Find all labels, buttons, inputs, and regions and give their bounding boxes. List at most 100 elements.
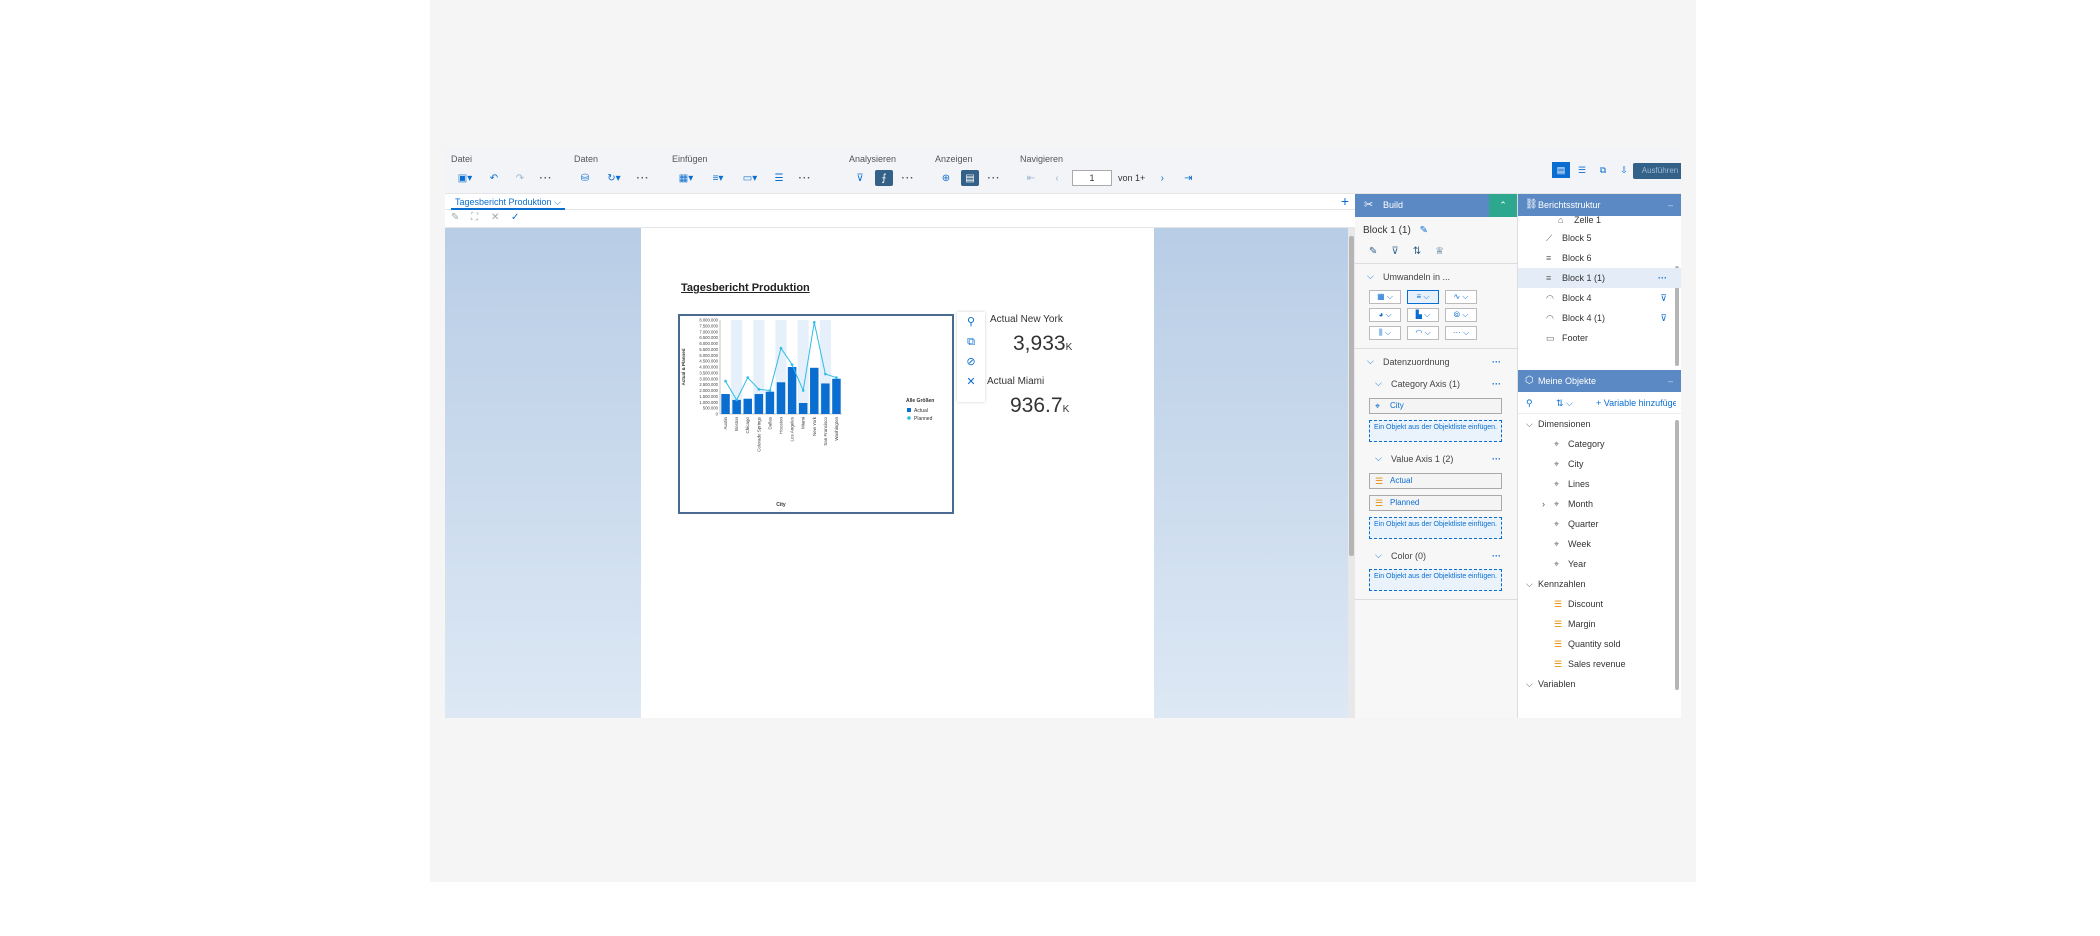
waterfall-type-icon[interactable]: ⫼ ⌵ — [1369, 326, 1401, 340]
treemap-type-icon[interactable]: ▙ ⌵ — [1407, 308, 1439, 322]
category-field-city[interactable]: ⌖ City — [1369, 398, 1502, 414]
data-source-icon[interactable]: ⛁ — [574, 170, 596, 186]
remove-icon[interactable]: ✕ — [957, 372, 985, 392]
bar-line-chart[interactable]: 8.000.0007.500.0007.000.0006.500.0006.00… — [680, 316, 952, 512]
add-variable-button[interactable]: + Variable hinzufügen — [1596, 392, 1676, 414]
list-mode-icon[interactable]: ☰ — [1573, 162, 1591, 178]
refresh-icon[interactable]: ↻▾ — [600, 170, 628, 186]
structure-item[interactable]: ⌂ Zelle 1 — [1518, 216, 1681, 228]
design-mode-icon[interactable]: ▤ — [1552, 162, 1570, 178]
export-icon[interactable]: ⇩ — [1615, 162, 1633, 178]
report-title[interactable]: Tagesbericht Produktion — [681, 282, 810, 294]
chevron-right-icon[interactable]: › — [1542, 494, 1545, 514]
object-item[interactable]: ☰ Quantity sold — [1518, 634, 1681, 654]
sort-tab-icon[interactable]: ⇅ — [1413, 246, 1421, 257]
section-icon[interactable]: ☰ — [768, 170, 790, 186]
value-field-actual[interactable]: ☰ Actual — [1369, 473, 1502, 489]
insert-table-icon[interactable]: ▦▾ — [672, 170, 700, 186]
combo-type-icon[interactable]: ⦾ ⌵ — [1445, 308, 1477, 322]
object-item[interactable]: ⌖ Category — [1518, 434, 1681, 454]
object-group[interactable]: ⌵ Dimensionen — [1518, 414, 1681, 434]
object-item[interactable]: ⌖ Lines — [1518, 474, 1681, 494]
more-icon[interactable]: ··· — [794, 170, 816, 186]
chart-block[interactable]: 8.000.000 7.500.000 7.000.000 6.500.000 6.00… — [678, 314, 954, 514]
object-item[interactable]: ☰ Discount — [1518, 594, 1681, 614]
rename-icon[interactable]: ✎ — [1420, 225, 1428, 236]
object-item[interactable]: ⌖ City — [1518, 454, 1681, 474]
structure-item[interactable]: ▭ Footer — [1518, 328, 1681, 348]
more-icon[interactable]: – — [1668, 370, 1673, 392]
more-icon[interactable]: ··· — [1492, 454, 1501, 464]
add-tab-icon[interactable]: + — [1341, 194, 1349, 208]
structure-item[interactable]: ⟋ Block 5 — [1518, 228, 1681, 248]
structure-item[interactable]: ≡ Block 6 — [1518, 248, 1681, 268]
insert-cell-icon[interactable]: ▭▾ — [736, 170, 764, 186]
structure-item[interactable]: ◠ Block 4 ⊽ — [1518, 288, 1681, 308]
gauge-type-icon[interactable]: ◠ ⌵ — [1407, 326, 1439, 340]
object-item[interactable]: ⌖ Quarter — [1518, 514, 1681, 534]
save-icon[interactable]: ▣▾ — [451, 170, 479, 186]
structure-item[interactable]: ◠ Block 4 (1) ⊽ — [1518, 308, 1681, 328]
structure-item[interactable]: ≡ Block 1 (1) ··· — [1518, 268, 1681, 288]
more-icon[interactable]: ··· — [897, 170, 919, 186]
object-item[interactable]: › ⌖ Month — [1518, 494, 1681, 514]
edit-icon[interactable]: ✎ — [451, 212, 459, 223]
drop-zone[interactable]: Ein Objekt aus der Objektliste einfügen. — [1369, 420, 1502, 442]
line-type-icon[interactable]: ∿ ⌵ — [1445, 290, 1477, 304]
hide-icon[interactable]: ⊘ — [957, 352, 985, 372]
filter-icon[interactable]: ⊽ — [1660, 288, 1667, 308]
format-icon[interactable]: ⛶ — [471, 212, 478, 223]
format-tab-icon[interactable]: ♕ — [1435, 246, 1444, 257]
object-group[interactable]: ⌵ Kennzahlen — [1518, 574, 1681, 594]
more-icon[interactable]: ··· — [1658, 268, 1667, 288]
filter-icon[interactable]: ⊽ — [849, 170, 871, 186]
search-icon[interactable]: ⚲ — [1526, 392, 1533, 414]
filter-tab-icon[interactable]: ⊽ — [1391, 246, 1398, 257]
more-icon[interactable]: ··· — [632, 170, 654, 186]
copy-icon[interactable]: ⧉ — [957, 332, 985, 352]
bar-type-icon[interactable]: ≡ ⌵ — [1407, 290, 1439, 304]
kpi-value[interactable]: 3,933K — [1013, 332, 1072, 356]
more-icon[interactable]: ··· — [983, 170, 1005, 186]
build-tab-icon[interactable]: ✎ — [1369, 246, 1377, 257]
category-axis-section[interactable]: ⌵ Category Axis (1) ··· — [1355, 373, 1517, 395]
last-page-icon[interactable]: ⇥ — [1177, 170, 1199, 186]
drop-zone[interactable]: Ein Objekt aus der Objektliste einfügen. — [1369, 517, 1502, 539]
more-icon[interactable]: ··· — [1492, 357, 1501, 367]
tab-tagesbericht[interactable]: Tagesbericht Produktion ⌵ — [451, 194, 565, 210]
first-page-icon[interactable]: ⇤ — [1020, 170, 1042, 186]
drop-zone[interactable]: Ein Objekt aus der Objektliste einfügen. — [1369, 569, 1502, 591]
value-field-planned[interactable]: ☰ Planned — [1369, 495, 1502, 511]
view-icon[interactable]: ▤ — [961, 170, 979, 186]
data-assignment-section[interactable]: ⌵ Datenzuordnung ··· — [1355, 349, 1517, 373]
confirm-icon[interactable]: ✓ — [511, 212, 519, 223]
more-icon[interactable]: – — [1668, 194, 1673, 216]
object-item[interactable]: ⌖ Year — [1518, 554, 1681, 574]
prev-page-icon[interactable]: ‹ — [1046, 170, 1068, 186]
value-axis-section[interactable]: ⌵ Value Axis 1 (2) ··· — [1355, 448, 1517, 470]
table-type-icon[interactable]: ▦ ⌵ — [1369, 290, 1401, 304]
cancel-icon[interactable]: ✕ — [491, 212, 499, 223]
run-button[interactable]: Ausführen — [1633, 163, 1681, 179]
sort-icon[interactable]: ⇅ ⌵ — [1556, 392, 1573, 414]
scroll-thumb[interactable] — [1349, 236, 1354, 556]
analysis-icon[interactable]: ⨍ — [875, 170, 893, 186]
more-icon[interactable]: ··· — [1492, 551, 1501, 561]
kpi-value[interactable]: 936.7K — [1010, 394, 1069, 418]
collapse-icon[interactable]: ⌃ — [1489, 194, 1517, 217]
more-types-icon[interactable]: ··· ⌵ — [1445, 326, 1477, 340]
page-number-input[interactable]: 1 — [1072, 170, 1112, 186]
object-item[interactable]: ☰ Sales revenue — [1518, 654, 1681, 674]
object-item[interactable]: ☰ Margin — [1518, 614, 1681, 634]
more-icon[interactable]: ··· — [535, 170, 557, 186]
next-page-icon[interactable]: › — [1151, 170, 1173, 186]
filter-icon[interactable]: ⊽ — [1660, 308, 1667, 328]
object-group[interactable]: ⌵ Variablen — [1518, 674, 1681, 694]
more-icon[interactable]: ··· — [1492, 379, 1501, 389]
object-item[interactable]: ⌖ Week — [1518, 534, 1681, 554]
color-section[interactable]: ⌵ Color (0) ··· — [1355, 545, 1517, 567]
redo-icon[interactable]: ↷ — [509, 170, 531, 186]
transform-section[interactable]: ⌵ Umwandeln in ... — [1355, 264, 1517, 288]
pie-type-icon[interactable]: ◕ ⌵ — [1369, 308, 1401, 322]
canvas-scrollbar[interactable] — [1348, 228, 1355, 718]
